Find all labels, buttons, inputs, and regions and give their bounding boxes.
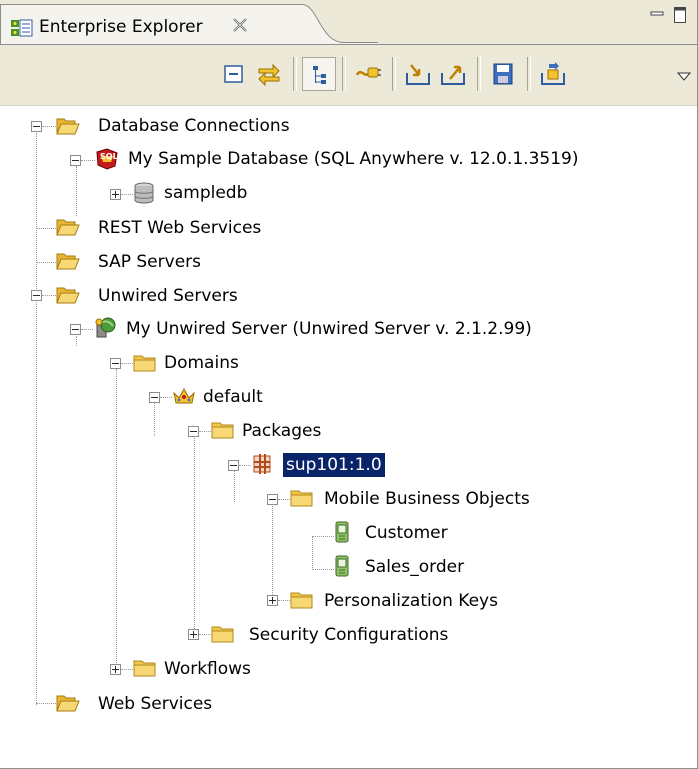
explorer-tree[interactable]: Database Connections SQL My Sample Datab… (0, 104, 697, 768)
crown-domain-icon (172, 385, 196, 407)
view-tab[interactable]: Enterprise Explorer (0, 4, 301, 45)
folder-icon (290, 487, 314, 509)
enterprise-explorer-view: Enterprise Explorer Database Connections… (0, 0, 698, 769)
view-menu-chevron-icon[interactable] (676, 67, 692, 87)
close-icon[interactable] (230, 15, 250, 35)
collapse-toggle[interactable] (228, 460, 239, 471)
package-grid-icon (251, 453, 275, 475)
maximize-icon[interactable] (673, 6, 687, 24)
folder-icon (290, 589, 314, 611)
save-button[interactable] (486, 57, 520, 91)
save-icon (493, 63, 513, 85)
view-toolbar (0, 44, 697, 106)
folder-icon (133, 352, 157, 374)
deploy-icon (541, 62, 565, 85)
link-with-editor-icon (258, 63, 280, 87)
deploy-button[interactable] (536, 57, 570, 91)
tree-view-toggle-button[interactable] (302, 57, 336, 91)
collapse-toggle[interactable] (267, 494, 278, 505)
svg-text:SQL: SQL (100, 152, 118, 161)
mobile-business-object-icon (332, 555, 356, 577)
expand-toggle[interactable] (188, 629, 199, 640)
sql-database-connection-icon: SQL (95, 148, 119, 170)
collapse-all-icon (224, 65, 243, 83)
folder-open-icon (56, 115, 80, 137)
view-tab-bar: Enterprise Explorer (0, 0, 697, 45)
enterprise-explorer-icon (10, 18, 34, 38)
link-with-editor-button[interactable] (252, 57, 286, 91)
expand-toggle[interactable] (110, 664, 121, 675)
collapse-toggle[interactable] (70, 155, 81, 166)
export-button[interactable] (436, 57, 470, 91)
collapse-toggle[interactable] (31, 121, 42, 132)
database-cylinder-icon (133, 182, 157, 204)
folder-open-icon (56, 250, 80, 272)
tree-view-icon (313, 66, 326, 84)
folder-open-icon (56, 216, 80, 238)
view-title: Enterprise Explorer (39, 17, 203, 37)
import-button[interactable] (401, 57, 435, 91)
folder-open-icon (56, 284, 80, 306)
mobile-business-object-icon (332, 521, 356, 543)
collapse-toggle[interactable] (188, 426, 199, 437)
unwired-server-icon (93, 317, 117, 339)
expand-toggle[interactable] (267, 595, 278, 606)
folder-icon (133, 657, 157, 679)
folder-open-icon (56, 692, 80, 714)
folder-icon (211, 419, 235, 441)
folder-icon (211, 623, 235, 645)
collapse-toggle[interactable] (70, 324, 81, 335)
connect-icon (355, 67, 381, 78)
export-icon (441, 65, 465, 85)
collapse-toggle[interactable] (31, 290, 42, 301)
view-tab-edge (298, 4, 378, 44)
minimize-icon[interactable] (650, 8, 664, 22)
collapse-toggle[interactable] (110, 358, 121, 369)
connect-button[interactable] (351, 57, 385, 91)
expand-toggle[interactable] (110, 189, 121, 200)
import-icon (406, 64, 430, 85)
collapse-all-button[interactable] (217, 57, 251, 91)
collapse-toggle[interactable] (149, 392, 160, 403)
